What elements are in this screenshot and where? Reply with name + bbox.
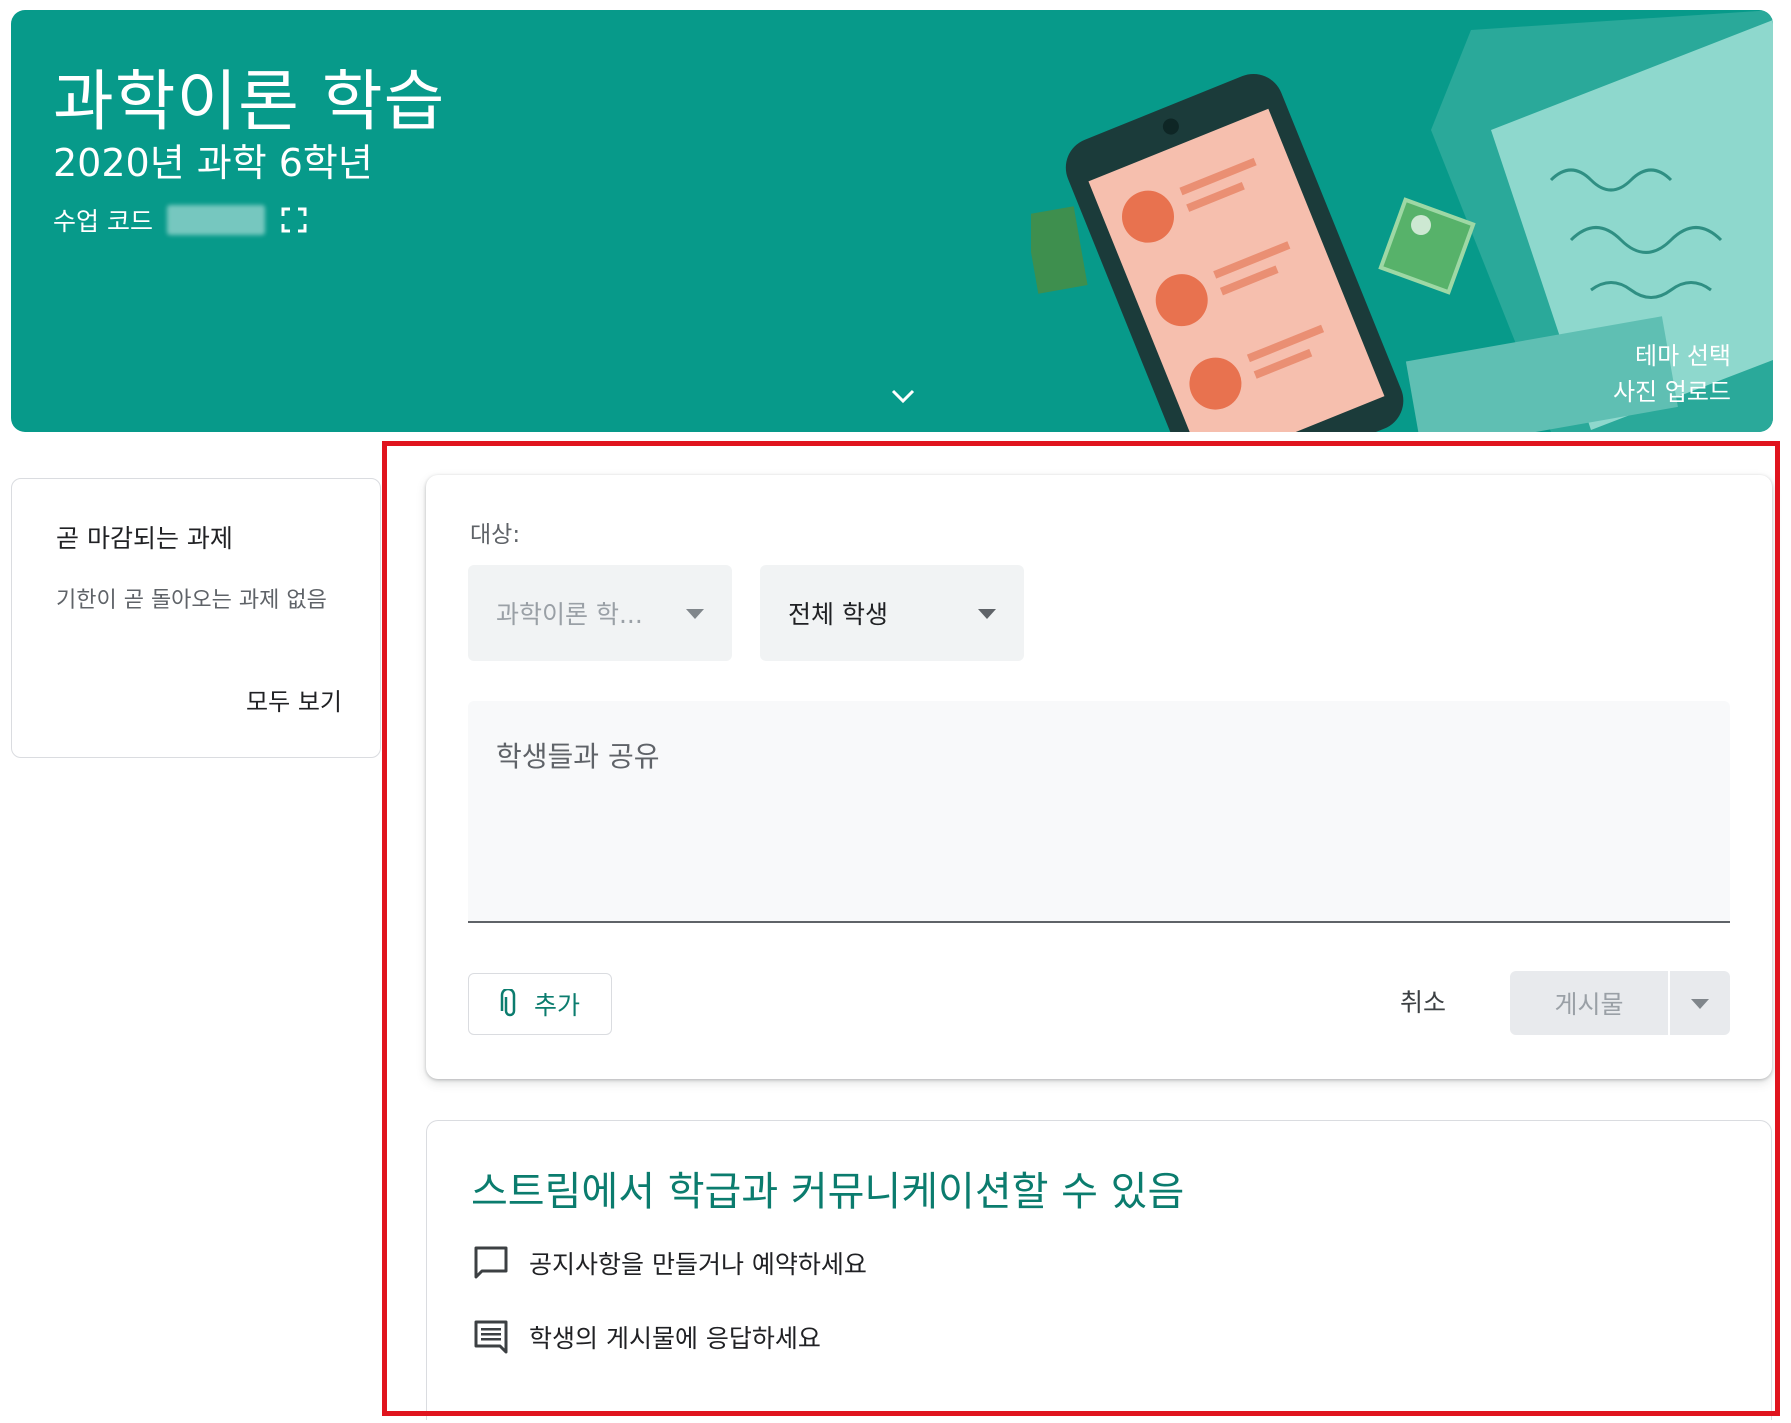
select-theme-link[interactable]: 테마 선택 [1613,338,1731,374]
class-code-row: 수업 코드 [53,200,309,240]
upcoming-empty-text: 기한이 곧 돌아오는 과제 없음 [56,588,327,613]
class-code-label: 수업 코드 [53,207,153,236]
upcoming-card: 곧 마감되는 과제 기한이 곧 돌아오는 과제 없음 모두 보기 [11,478,381,758]
upcoming-title: 곧 마감되는 과제 [56,524,233,553]
chevron-down-icon[interactable] [887,380,919,412]
fullscreen-icon[interactable] [279,205,309,235]
upload-photo-link[interactable]: 사진 업로드 [1613,374,1731,410]
class-section: 2020년 과학 6학년 [53,141,373,185]
class-code-value-redacted [166,205,265,235]
highlight-outline [382,441,1780,1416]
class-title: 과학이론 학습 [53,63,446,140]
class-banner: 과학이론 학습 2020년 과학 6학년 수업 코드 테마 선택 사진 업로드 [11,10,1773,432]
banner-actions: 테마 선택 사진 업로드 [1613,338,1731,410]
view-all-link[interactable]: 모두 보기 [246,682,342,717]
